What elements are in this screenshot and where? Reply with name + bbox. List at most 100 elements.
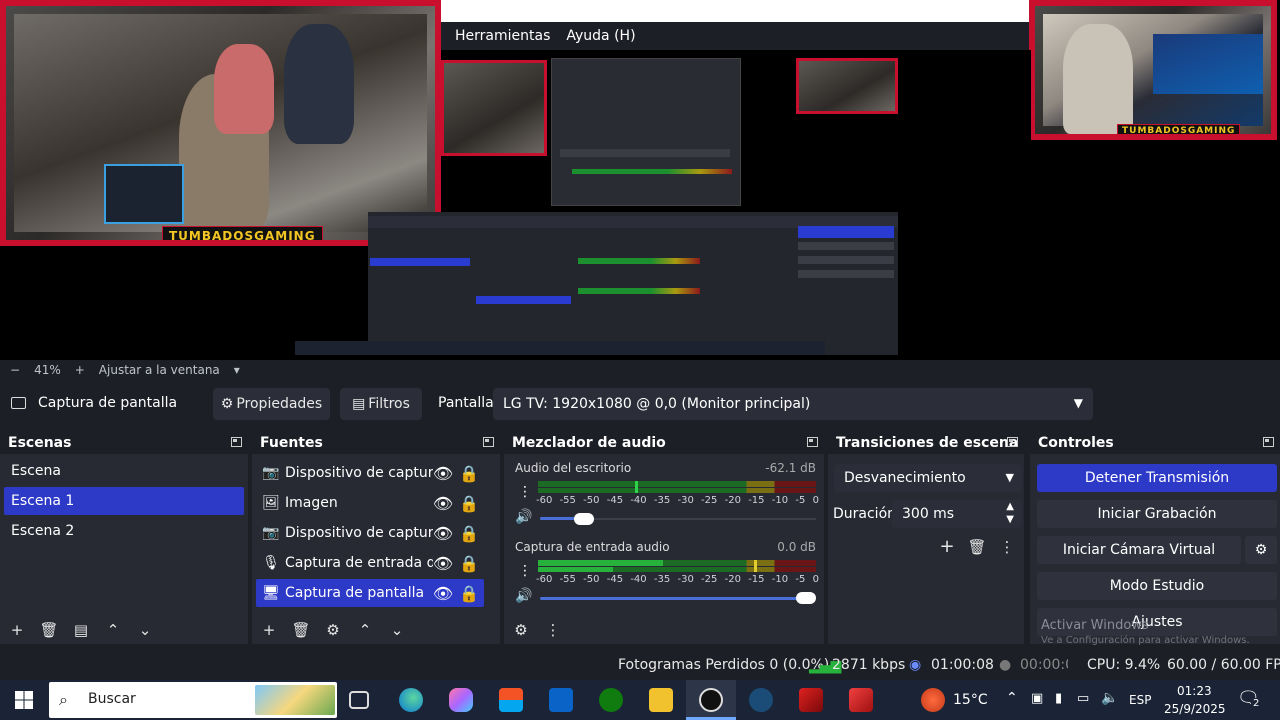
advanced-audio-gear-icon[interactable]: ⚙ <box>510 620 532 640</box>
more-options-icon[interactable]: ⋮ <box>518 484 532 500</box>
eye-icon[interactable]: 👁 <box>433 464 453 483</box>
store-icon[interactable] <box>499 688 523 712</box>
undock-icon[interactable] <box>1007 437 1018 447</box>
start-recording-label: Iniciar Grabación <box>1097 506 1217 522</box>
peak-indicator <box>635 481 638 493</box>
tray-icon[interactable]: ▣ <box>1031 691 1043 706</box>
gear-icon[interactable]: ⚙ <box>322 620 344 640</box>
clock-time[interactable]: 01:23 <box>1177 684 1212 698</box>
captured-menubar: Herramientas Ayuda (H) <box>441 22 1031 50</box>
filter-icon[interactable]: ▤ <box>70 620 92 640</box>
nested-btn <box>798 256 894 264</box>
lock-icon[interactable]: 🔒 <box>459 584 479 603</box>
filters-button[interactable]: ▤ Filtros <box>340 388 422 420</box>
volume-slider-fill <box>540 597 810 600</box>
scene-item[interactable]: Escena 2 <box>4 517 244 545</box>
transition-select[interactable]: Desvanecimiento ▼ <box>834 464 1022 492</box>
scale-tick: -25 <box>701 574 718 585</box>
volume-meter <box>538 488 816 493</box>
windows-start-icon[interactable] <box>15 691 33 709</box>
chevron-up-icon[interactable]: ⌃ <box>102 620 124 640</box>
outlook-icon[interactable] <box>549 688 573 712</box>
fit-window-label[interactable]: Ajustar a la ventana <box>99 363 220 377</box>
edge-icon[interactable] <box>399 688 423 712</box>
zoom-out-button[interactable]: − <box>10 363 20 377</box>
scene-label: Escena 1 <box>11 493 75 509</box>
volume-slider-knob[interactable] <box>574 513 594 525</box>
properties-button[interactable]: ⚙ Propiedades <box>213 388 330 420</box>
studio-mode-button[interactable]: Modo Estudio <box>1037 572 1277 600</box>
meter-scale: -60 -55 -50 -45 -40 -35 -30 -25 -20 -15 -10 -5 0 <box>536 495 819 506</box>
webcam-feed-right <box>1043 14 1263 134</box>
meter-scale: -60 -55 -50 -45 -40 -35 -30 -25 -20 -15 -10 -5 0 <box>536 574 819 585</box>
chevron-down-icon[interactable]: ⌄ <box>134 620 156 640</box>
undock-icon[interactable] <box>231 437 242 447</box>
add-icon[interactable]: + <box>6 620 28 640</box>
file-explorer-icon[interactable] <box>649 688 673 712</box>
lock-icon[interactable]: 🔒 <box>459 554 479 573</box>
more-options-icon[interactable]: ⋮ <box>542 620 564 640</box>
nested-btn <box>798 242 894 250</box>
stop-streaming-button[interactable]: Detener Transmisión <box>1037 464 1277 492</box>
start-recording-button[interactable]: Iniciar Grabación <box>1037 500 1277 528</box>
top-white-strip <box>441 0 1031 22</box>
virtual-camera-settings-button[interactable]: ⚙ <box>1245 536 1277 564</box>
weather-temp[interactable]: 15°C <box>953 692 988 708</box>
app-red-icon[interactable] <box>799 688 823 712</box>
eye-icon[interactable]: 👁 <box>433 524 453 543</box>
eye-icon[interactable]: 👁 <box>433 494 453 513</box>
undock-icon[interactable] <box>807 437 818 447</box>
speaker-icon[interactable]: 🔊 <box>515 509 532 525</box>
scene-item-selected[interactable]: Escena 1 <box>4 487 244 515</box>
duration-spinbox[interactable]: 300 ms ▲ ▼ <box>892 500 1022 528</box>
chevron-up-icon[interactable]: ⌃ <box>1006 690 1018 706</box>
network-icon[interactable]: ▭ <box>1077 691 1089 706</box>
eye-icon[interactable]: 👁 <box>433 584 453 603</box>
lock-icon[interactable]: 🔒 <box>459 464 479 483</box>
source-properties-bar: Captura de pantalla ⚙ Propiedades ▤ Filt… <box>0 386 1280 422</box>
obs-icon-active[interactable] <box>686 680 736 720</box>
controls-title-bar: Controles <box>1030 432 1280 454</box>
chevron-down-icon[interactable]: ▾ <box>234 363 240 377</box>
add-icon[interactable]: + <box>936 536 958 557</box>
steam-icon[interactable] <box>749 688 773 712</box>
trash-icon[interactable]: 🗑 <box>966 537 988 557</box>
nested-meter-2 <box>578 288 700 294</box>
undock-icon[interactable] <box>1263 437 1274 447</box>
taskbar-search[interactable]: ⌕ Buscar <box>49 682 337 718</box>
tray-icon[interactable]: ▮ <box>1055 691 1062 706</box>
volume-slider-knob[interactable] <box>796 592 816 604</box>
app-red-icon-2[interactable] <box>849 688 873 712</box>
lock-icon[interactable]: 🔒 <box>459 524 479 543</box>
trash-icon[interactable]: 🗑 <box>290 620 312 640</box>
scale-tick: -45 <box>606 574 624 585</box>
source-label: Imagen <box>285 495 338 511</box>
volume-icon[interactable]: 🔈 <box>1101 690 1118 706</box>
chevron-down-icon[interactable]: ▼ <box>1006 514 1014 525</box>
trash-icon[interactable]: 🗑 <box>38 620 60 640</box>
status-bar: Fotogramas Perdidos 0 (0.0%) ▂▄▆ 2871 kb… <box>0 652 1280 680</box>
chevron-up-icon[interactable]: ▲ <box>1006 501 1014 512</box>
xbox-icon[interactable] <box>599 688 623 712</box>
zoom-in-button[interactable]: + <box>75 363 85 377</box>
chevron-down-icon[interactable]: ⌄ <box>386 620 408 640</box>
copilot-icon[interactable] <box>449 688 473 712</box>
language-indicator[interactable]: ESP <box>1129 693 1151 707</box>
undock-icon[interactable] <box>483 437 494 447</box>
lock-icon[interactable]: 🔒 <box>459 494 479 513</box>
scene-item[interactable]: Escena <box>4 457 244 485</box>
start-virtual-camera-button[interactable]: Iniciar Cámara Virtual <box>1037 536 1241 564</box>
webcam-feed-left <box>14 14 427 234</box>
eye-icon[interactable]: 👁 <box>433 554 453 573</box>
chevron-up-icon[interactable]: ⌃ <box>354 620 376 640</box>
studio-mode-label: Modo Estudio <box>1109 578 1205 594</box>
record-time: 00:00:00 <box>1020 657 1068 673</box>
add-icon[interactable]: + <box>258 620 280 640</box>
more-options-icon[interactable]: ⋮ <box>518 563 532 579</box>
speaker-icon[interactable]: 🔊 <box>515 588 532 604</box>
nested-row <box>560 149 730 157</box>
display-select[interactable]: LG TV: 1920x1080 @ 0,0 (Monitor principa… <box>493 388 1093 420</box>
clock-date[interactable]: 25/9/2025 <box>1164 702 1226 716</box>
more-options-icon[interactable]: ⋮ <box>996 537 1018 557</box>
task-view-icon[interactable] <box>349 691 369 709</box>
